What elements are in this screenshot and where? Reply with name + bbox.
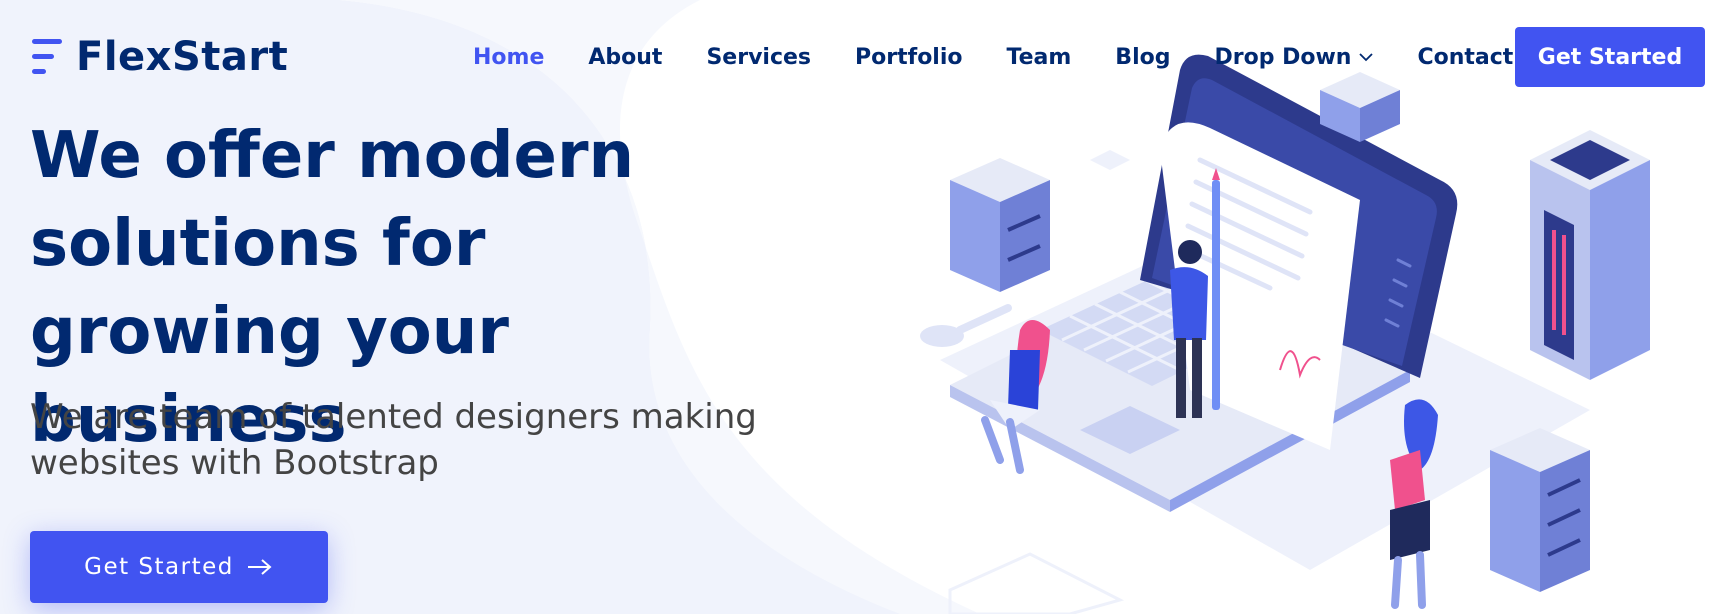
- logo[interactable]: FlexStart: [30, 34, 288, 80]
- site-header: FlexStart Home About Services Portfolio …: [0, 0, 1733, 114]
- hero-illustration: [920, 54, 1650, 614]
- main-nav: Home About Services Portfolio Team Blog …: [473, 40, 1513, 74]
- server-tower-icon: [1530, 130, 1650, 380]
- hero-get-started-button[interactable]: Get Started: [30, 531, 328, 603]
- flexstart-logo-icon: [32, 39, 62, 74]
- hero-get-started-label: Get Started: [84, 554, 234, 580]
- nav-contact[interactable]: Contact: [1417, 45, 1513, 70]
- arrow-right-icon: [247, 559, 272, 575]
- nav-home[interactable]: Home: [473, 45, 544, 70]
- nav-dropdown[interactable]: Drop Down: [1214, 44, 1374, 70]
- nav-about[interactable]: About: [588, 45, 662, 70]
- server-stack-icon: [950, 158, 1050, 292]
- nav-team[interactable]: Team: [1007, 45, 1072, 70]
- floor-tile: [948, 552, 1125, 614]
- nav-services[interactable]: Services: [706, 45, 811, 70]
- server-stack-icon: [1490, 428, 1590, 592]
- chevron-down-icon: [1359, 53, 1374, 62]
- logo-text: FlexStart: [76, 34, 289, 80]
- floor-tile: [1090, 150, 1130, 170]
- nav-blog[interactable]: Blog: [1115, 45, 1170, 70]
- nav-portfolio[interactable]: Portfolio: [855, 45, 963, 70]
- nav-dropdown-label: Drop Down: [1214, 44, 1352, 70]
- header-get-started-button[interactable]: Get Started: [1515, 27, 1705, 87]
- hero-subtitle: We are team of talented designers making…: [30, 397, 757, 483]
